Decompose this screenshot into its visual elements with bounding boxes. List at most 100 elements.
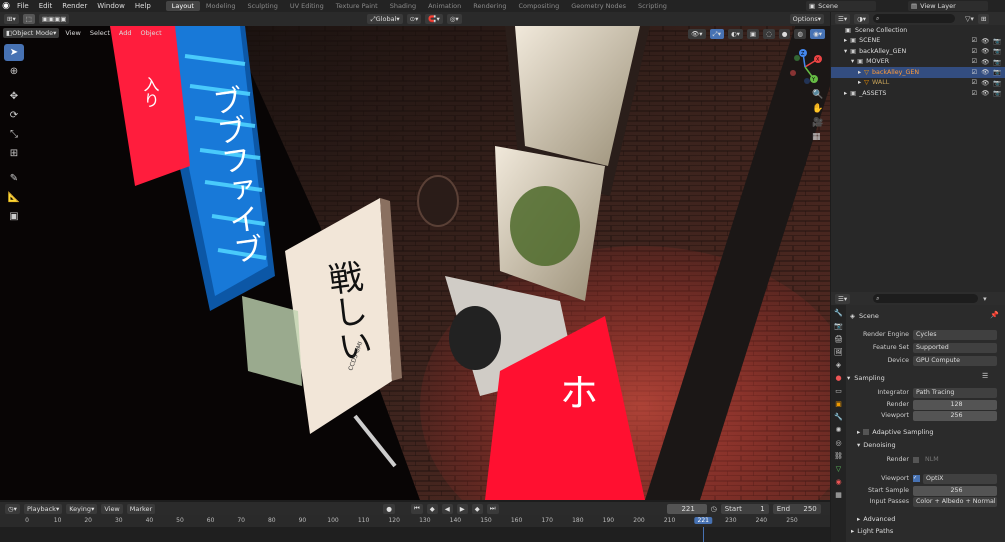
shading-material-icon[interactable]: ◍ [794, 29, 807, 39]
object-mode-dropdown[interactable]: ◧ Object Mode ▾ [3, 27, 60, 38]
filter-icon[interactable]: ▽▾ [965, 15, 974, 23]
transform-orientation-dropdown[interactable]: ⤢ Global ▾ [367, 14, 403, 24]
checkbox-icon[interactable]: ☑ [972, 79, 978, 86]
play-reverse-icon[interactable]: ◀ [441, 503, 453, 514]
cursor-tool-icon[interactable]: ⊕ [4, 63, 24, 80]
outliner-editor-type-icon[interactable]: ☰▾ [835, 13, 851, 24]
tab-modeling[interactable]: Modeling [200, 1, 242, 11]
playhead-line[interactable] [703, 527, 705, 542]
timeline-track-area[interactable] [0, 527, 830, 542]
prev-key-icon[interactable]: ◆ [426, 503, 438, 514]
menu-file[interactable]: File [12, 2, 34, 10]
expand-icon[interactable]: ▸ [858, 69, 861, 76]
camera-icon[interactable]: 📷 [993, 37, 1001, 45]
device-dropdown[interactable]: GPU Compute [913, 355, 997, 366]
outliner-row[interactable]: ▸ ▣ SCENE ☑ 👁 📷 [831, 36, 1005, 47]
next-key-icon[interactable]: ◆ [471, 503, 483, 514]
feature-set-dropdown[interactable]: Supported [913, 342, 997, 353]
texture-tab-icon[interactable]: ▦ [833, 489, 844, 500]
expand-icon[interactable]: ▸ [844, 37, 847, 44]
eye-icon[interactable]: 👁 [981, 89, 989, 97]
properties-options-icon[interactable]: ▾ [983, 295, 987, 303]
transform-tool-icon[interactable]: ⊞ [4, 145, 24, 162]
start-sample-field[interactable]: 256 [913, 485, 997, 496]
denoise-viewport-checkbox[interactable]: ✓ [913, 475, 920, 482]
scale-tool-icon[interactable]: ⤡ [4, 126, 24, 143]
start-frame-field[interactable]: Start 1 [720, 503, 769, 514]
advanced-header[interactable]: ▸ Advanced [857, 513, 895, 524]
grid-icon[interactable]: ▦ [812, 132, 823, 142]
editor-type-button[interactable]: ⊞▾ [4, 14, 19, 24]
snap-button[interactable]: 🧲▾ [425, 14, 443, 24]
eye-icon[interactable]: 👁 [981, 58, 989, 66]
denoise-viewport-dropdown[interactable]: OptiX [923, 473, 997, 484]
3d-viewport[interactable]: ブブファイブ 入り 戦しい CCD3 OMI ホ [0, 26, 830, 500]
render-tab-icon[interactable]: 📷 [833, 320, 844, 331]
checkbox-icon[interactable]: ☑ [972, 48, 978, 55]
clock-icon[interactable]: ◷ [711, 505, 717, 513]
measure-tool-icon[interactable]: 📐 [4, 189, 24, 206]
menu-render[interactable]: Render [57, 2, 92, 10]
tab-animation[interactable]: Animation [422, 1, 467, 11]
menu-view[interactable]: View [62, 28, 83, 38]
world-tab-icon[interactable]: ● [833, 372, 844, 383]
particles-tab-icon[interactable]: ✺ [833, 424, 844, 435]
tab-uv-editing[interactable]: UV Editing [284, 1, 330, 11]
record-icon[interactable]: ● [383, 503, 395, 514]
shading-rendered-icon[interactable]: ◉▾ [810, 29, 826, 39]
jump-end-icon[interactable]: ⏭ [486, 503, 499, 514]
denoising-header[interactable]: ▾ Denoising [857, 439, 896, 450]
menu-help[interactable]: Help [130, 2, 156, 10]
properties-search-input[interactable]: ⌕ [873, 294, 979, 303]
list-icon[interactable]: ☰ [982, 372, 988, 380]
view-layer-selector[interactable]: ▤ View Layer [908, 1, 988, 11]
eye-icon[interactable]: 👁 [981, 79, 989, 87]
outliner-row[interactable]: ▾ ▣ MOVER ☑ 👁 📷 [831, 57, 1005, 68]
integrator-dropdown[interactable]: Path Tracing [913, 387, 997, 398]
physics-tab-icon[interactable]: ◎ [833, 437, 844, 448]
menu-add[interactable]: Add [116, 28, 135, 38]
outliner-scene-collection[interactable]: ▣ Scene Collection [831, 25, 1005, 36]
sampling-panel-header[interactable]: ▾ Sampling [847, 372, 885, 383]
end-frame-field[interactable]: End 250 [772, 503, 821, 514]
navigation-gizmo[interactable]: X Y Z [785, 48, 825, 86]
checkbox-icon[interactable]: ☑ [972, 90, 978, 97]
shading-wireframe-icon[interactable]: ◌ [763, 29, 775, 39]
select-mode-button[interactable]: ⬚ [22, 14, 35, 24]
outliner-display-mode-icon[interactable]: ◑▾ [854, 13, 870, 24]
menu-object[interactable]: Object [137, 28, 164, 38]
tab-compositing[interactable]: Compositing [512, 1, 565, 11]
view-layer-tab-icon[interactable]: 🖼 [833, 346, 844, 357]
eye-icon[interactable]: 👁 [981, 37, 989, 45]
zoom-icon[interactable]: 🔍 [812, 90, 823, 100]
visibility-icon[interactable]: 👁▾ [688, 29, 706, 39]
camera-view-icon[interactable]: 🎥 [812, 118, 823, 128]
expand-icon[interactable]: ▾ [844, 48, 847, 55]
expand-icon[interactable]: ▸ [858, 79, 861, 86]
denoise-render-checkbox[interactable] [913, 456, 919, 463]
light-paths-header[interactable]: ▸ Light Paths [851, 525, 893, 536]
camera-icon[interactable]: 📷 [993, 89, 1001, 97]
outliner-row[interactable]: ▸ ▽ WALL ☑ 👁 📷 [831, 78, 1005, 89]
tab-texture-paint[interactable]: Texture Paint [330, 1, 384, 11]
outliner-search-input[interactable]: ⌕ [873, 14, 956, 23]
scene-selector[interactable]: ▣ Scene [806, 1, 876, 11]
rotate-tool-icon[interactable]: ⟳ [4, 107, 24, 124]
current-frame-field[interactable]: 221 [666, 503, 707, 514]
select-tool-icon[interactable]: ➤ [4, 44, 24, 61]
pivot-button[interactable]: ⊙▾ [406, 14, 422, 24]
menu-edit[interactable]: Edit [34, 2, 58, 10]
adaptive-sampling-header[interactable]: ▸ Adaptive Sampling [857, 426, 934, 437]
scene-tab-icon[interactable]: ◈ [833, 359, 844, 370]
menu-select[interactable]: Select [87, 28, 113, 38]
expand-icon[interactable]: ▾ [851, 58, 854, 65]
blender-logo-icon[interactable]: ◉ [0, 0, 12, 12]
checkbox-icon[interactable]: ☑ [972, 58, 978, 65]
modifier-tab-icon[interactable]: 🔧 [833, 411, 844, 422]
gizmo-toggle-icon[interactable]: ⤢▾ [709, 29, 724, 39]
data-tab-icon[interactable]: ▽ [833, 463, 844, 474]
viewport-samples-field[interactable]: 256 [913, 410, 997, 421]
menu-keying[interactable]: Keying ▾ [66, 503, 98, 514]
tool-tab-icon[interactable]: 🔧 [833, 307, 844, 318]
select-box-modes[interactable]: ▣▣▣▣ [38, 14, 70, 24]
